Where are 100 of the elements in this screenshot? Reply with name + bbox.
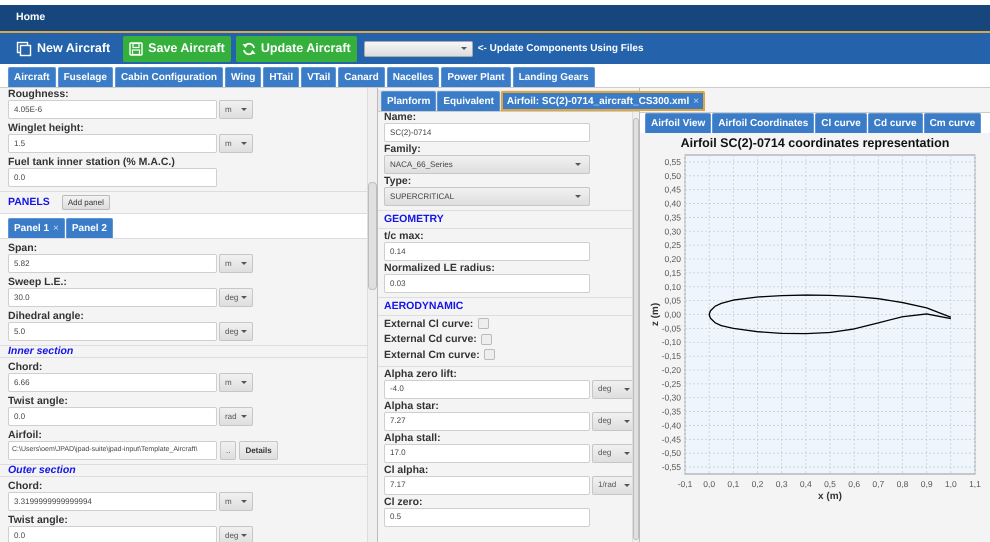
field-label: Normalized LE radius: [384, 262, 496, 274]
text-field[interactable]: SC(2)-0714 [384, 123, 590, 142]
tab[interactable]: Planform [381, 91, 436, 111]
field-label: Alpha star: [384, 400, 440, 412]
unit-dropdown[interactable]: m [219, 373, 253, 392]
text-field[interactable]: 0.03 [384, 274, 590, 293]
tab[interactable]: Cabin Configuration [114, 67, 224, 87]
unit-dropdown[interactable]: deg [592, 444, 632, 462]
caret-icon [241, 142, 247, 145]
axis-label: 0,05 [664, 296, 681, 306]
text-field[interactable]: 30.0 [8, 288, 217, 307]
axis-label: -0,50 [662, 448, 681, 458]
field-label: Name: [384, 111, 418, 123]
scrollbar-thumb[interactable] [633, 118, 639, 540]
refresh-icon [242, 42, 256, 56]
axis-label: 0,50 [664, 170, 681, 181]
axis-label: 0,5 [824, 479, 836, 489]
section-heading: Outer section [8, 462, 76, 478]
field-label: Chord: [8, 361, 44, 373]
text-field[interactable]: 4.05E-6 [8, 100, 217, 119]
text-field[interactable]: 5.82 [8, 254, 217, 273]
axis-label: -0,45 [662, 434, 681, 444]
add-panel-button[interactable]: Add panel [62, 195, 110, 210]
caret-icon [241, 500, 247, 503]
text-field[interactable]: 6.66 [8, 373, 217, 392]
tab[interactable]: Wing [225, 67, 262, 87]
tab[interactable]: Power Plant [441, 67, 511, 87]
caret-icon [241, 296, 247, 299]
tab[interactable]: Airfoil Coordinates [712, 113, 814, 133]
unit-dropdown[interactable]: m [219, 254, 253, 273]
field-label: Roughness: [8, 88, 70, 100]
axis-label: 0,35 [664, 212, 681, 222]
tab[interactable]: HTail [263, 67, 300, 87]
axis-label: -0,25 [662, 378, 681, 389]
axis-label: -0,55 [662, 462, 681, 472]
tab[interactable]: Landing Gears [512, 67, 595, 87]
scrollbar-thumb[interactable] [368, 182, 377, 290]
caret-icon [241, 330, 247, 333]
details-button[interactable]: Details [239, 441, 278, 460]
unit-dropdown[interactable]: deg [219, 322, 253, 341]
field-label: Alpha stall: [384, 432, 442, 444]
text-field[interactable]: 7.17 [384, 476, 590, 494]
tab[interactable]: Airfoil: SC(2)-0714_aircraft_CS300.xml × [500, 91, 706, 111]
axis-label: 0,2 [752, 479, 764, 489]
axis-title: z (m) [650, 302, 661, 326]
tab[interactable]: Equivalent [437, 91, 500, 111]
axis-label: 0,15 [664, 268, 681, 278]
browse-button[interactable]: .. [220, 441, 236, 460]
unit-dropdown[interactable]: 1/rad [592, 476, 632, 494]
tab[interactable]: Cm curve [924, 113, 982, 133]
tab[interactable]: VTail [301, 67, 336, 87]
text-field[interactable]: 1.5 [8, 134, 217, 153]
tab[interactable]: Panel 1 × [8, 218, 65, 238]
hint-text: <- Update Components Using Files [478, 42, 644, 56]
tab[interactable]: Fuselage [58, 67, 113, 87]
unit-dropdown[interactable]: m [219, 134, 253, 153]
tab[interactable]: Panel 2 [66, 218, 113, 238]
text-field[interactable]: 0.0 [8, 407, 217, 426]
text-field[interactable]: 0.0 [8, 526, 217, 542]
new-aircraft-button[interactable]: New Aircraft [12, 39, 114, 58]
text-field[interactable]: -4.0 [384, 380, 590, 398]
section-heading: Inner section [8, 344, 74, 359]
checkbox[interactable] [484, 349, 495, 360]
text-field[interactable]: 0.0 [8, 168, 217, 187]
axis-label: 0,00 [664, 310, 681, 320]
tab[interactable]: Cd curve [868, 113, 923, 133]
tab[interactable]: Canard [338, 67, 385, 87]
field-label: Winglet height: [8, 122, 85, 134]
checkbox[interactable] [480, 334, 492, 345]
text-field[interactable]: 17.0 [384, 444, 590, 462]
field-label: Sweep L.E.: [8, 276, 68, 288]
unit-dropdown[interactable]: deg [592, 380, 632, 398]
tab[interactable]: Nacelles [386, 67, 440, 87]
axis-label: -0,15 [662, 351, 681, 362]
text-field[interactable]: 5.0 [8, 322, 217, 341]
text-field[interactable]: 0.5 [384, 508, 590, 526]
text-field[interactable]: 7.27 [384, 412, 590, 430]
unit-dropdown[interactable]: rad [219, 407, 253, 426]
unit-dropdown[interactable]: deg [219, 526, 253, 542]
checkbox[interactable] [478, 318, 489, 330]
text-field[interactable]: 3.3199999999999994 [8, 492, 217, 511]
axis-label: -0,20 [662, 364, 681, 375]
dropdown-field[interactable]: NACA_66_Series [384, 155, 590, 174]
field-label: Alpha zero lift: [384, 368, 458, 380]
unit-dropdown[interactable]: m [219, 492, 253, 511]
components-dropdown[interactable] [364, 40, 473, 56]
dropdown-field[interactable]: SUPERCRITICAL [384, 187, 590, 206]
axis-label: -0,30 [662, 392, 681, 403]
unit-dropdown[interactable]: m [219, 100, 253, 119]
axis-label: 0,9 [920, 479, 933, 489]
tab[interactable]: Aircraft [8, 67, 56, 87]
tab[interactable]: Airfoil View [645, 113, 712, 133]
unit-dropdown[interactable]: deg [592, 412, 632, 430]
checkbox-label: External Cl curve: [384, 318, 474, 330]
tab[interactable]: Cl curve [815, 113, 867, 133]
unit-dropdown[interactable]: deg [219, 288, 253, 307]
axis-label: 0,4 [800, 479, 812, 489]
text-field[interactable]: 0.14 [384, 242, 590, 261]
axis-label: 0,1 [727, 479, 740, 489]
caret-icon [241, 262, 247, 265]
